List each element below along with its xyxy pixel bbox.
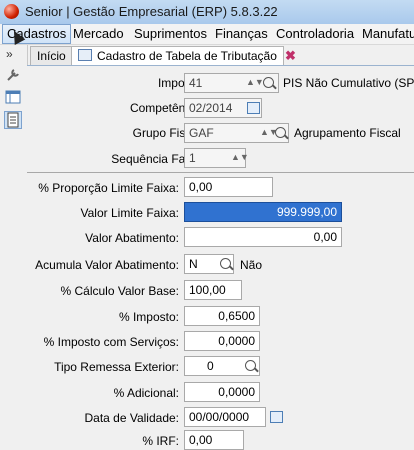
acumula-label: Acumula Valor Abatimento: [35,258,179,272]
adicional-field[interactable]: 0,0000 [184,382,260,402]
proporcao-field[interactable]: 0,00 [184,177,273,197]
menu-mercado[interactable]: Mercado [69,25,128,43]
adicional-label: % Adicional: [113,386,179,400]
partial-field[interactable]: 0,00 [184,430,244,450]
spinner-icon[interactable]: ▲▼ [231,152,249,162]
imposto-servicos-label: % Imposto com Serviços: [43,335,179,349]
window-titlebar: Senior | Gestão Empresarial (ERP) 5.8.3.… [0,0,414,25]
validade-field[interactable]: 00/00/0000 [184,407,266,427]
expand-chevron-icon[interactable]: » [6,47,13,61]
valor-limite-label: Valor Limite Faixa: [80,206,179,220]
menu-bar: Cadastros Mercado Suprimentos Finanças C… [0,24,414,45]
pct-imposto-label: % Imposto: [118,310,179,324]
section-divider [27,172,414,173]
proporcao-label: % Proporção Limite Faixa: [38,181,179,195]
menu-controladoria[interactable]: Controladoria [272,25,358,43]
menu-manufatura[interactable]: Manufatu [358,25,414,43]
tab-cadastro-label: Cadastro de Tabela de Tributação [97,49,277,63]
close-tab-icon[interactable]: ✖ [285,48,296,64]
form-document-icon[interactable] [4,111,22,129]
imposto-servicos-field[interactable]: 0,0000 [184,331,260,351]
acumula-description: Não [240,258,263,272]
calendar-icon[interactable] [270,411,283,423]
calendar-icon[interactable] [247,102,260,114]
search-icon[interactable] [275,127,286,138]
grupo-fiscal-description: Agrupamento Fiscal [294,126,401,140]
valor-abatimento-label: Valor Abatimento: [85,231,179,245]
window-layout-icon[interactable] [5,89,21,105]
form-area: Imposto: 41 ▲▼ PIS Não Cumulativo (SPED … [27,66,414,450]
spinner-icon[interactable]: ▲▼ [246,77,264,87]
calculo-base-label: % Cálculo Valor Base: [60,284,180,298]
window-title: Senior | Gestão Empresarial (ERP) 5.8.3.… [25,4,278,19]
pct-imposto-field[interactable]: 0,6500 [184,306,260,326]
search-icon[interactable] [220,258,231,269]
menu-suprimentos[interactable]: Suprimentos [130,25,211,43]
left-toolstrip: » [0,45,28,436]
tab-cadastro-tributacao[interactable]: Cadastro de Tabela de Tributação [71,46,284,65]
partial-label: % IRF: [142,434,179,448]
menu-financas[interactable]: Finanças [211,25,272,43]
tab-inicio[interactable]: Início [30,46,73,65]
search-icon[interactable] [245,360,256,371]
wrench-icon[interactable] [5,67,21,83]
validade-label: Data de Validade: [84,411,179,425]
calculo-base-field[interactable]: 100,00 [184,280,242,300]
remessa-label: Tipo Remessa Exterior: [54,360,179,374]
imposto-description: PIS Não Cumulativo (SPED [283,76,414,90]
search-icon[interactable] [263,77,274,88]
valor-abatimento-field[interactable]: 0,00 [184,227,342,247]
tab-bar: Início Cadastro de Tabela de Tributação [27,45,414,66]
table-icon [78,49,92,61]
senior-logo-icon [4,4,19,19]
valor-limite-field[interactable]: 999.999,00 [184,202,342,222]
